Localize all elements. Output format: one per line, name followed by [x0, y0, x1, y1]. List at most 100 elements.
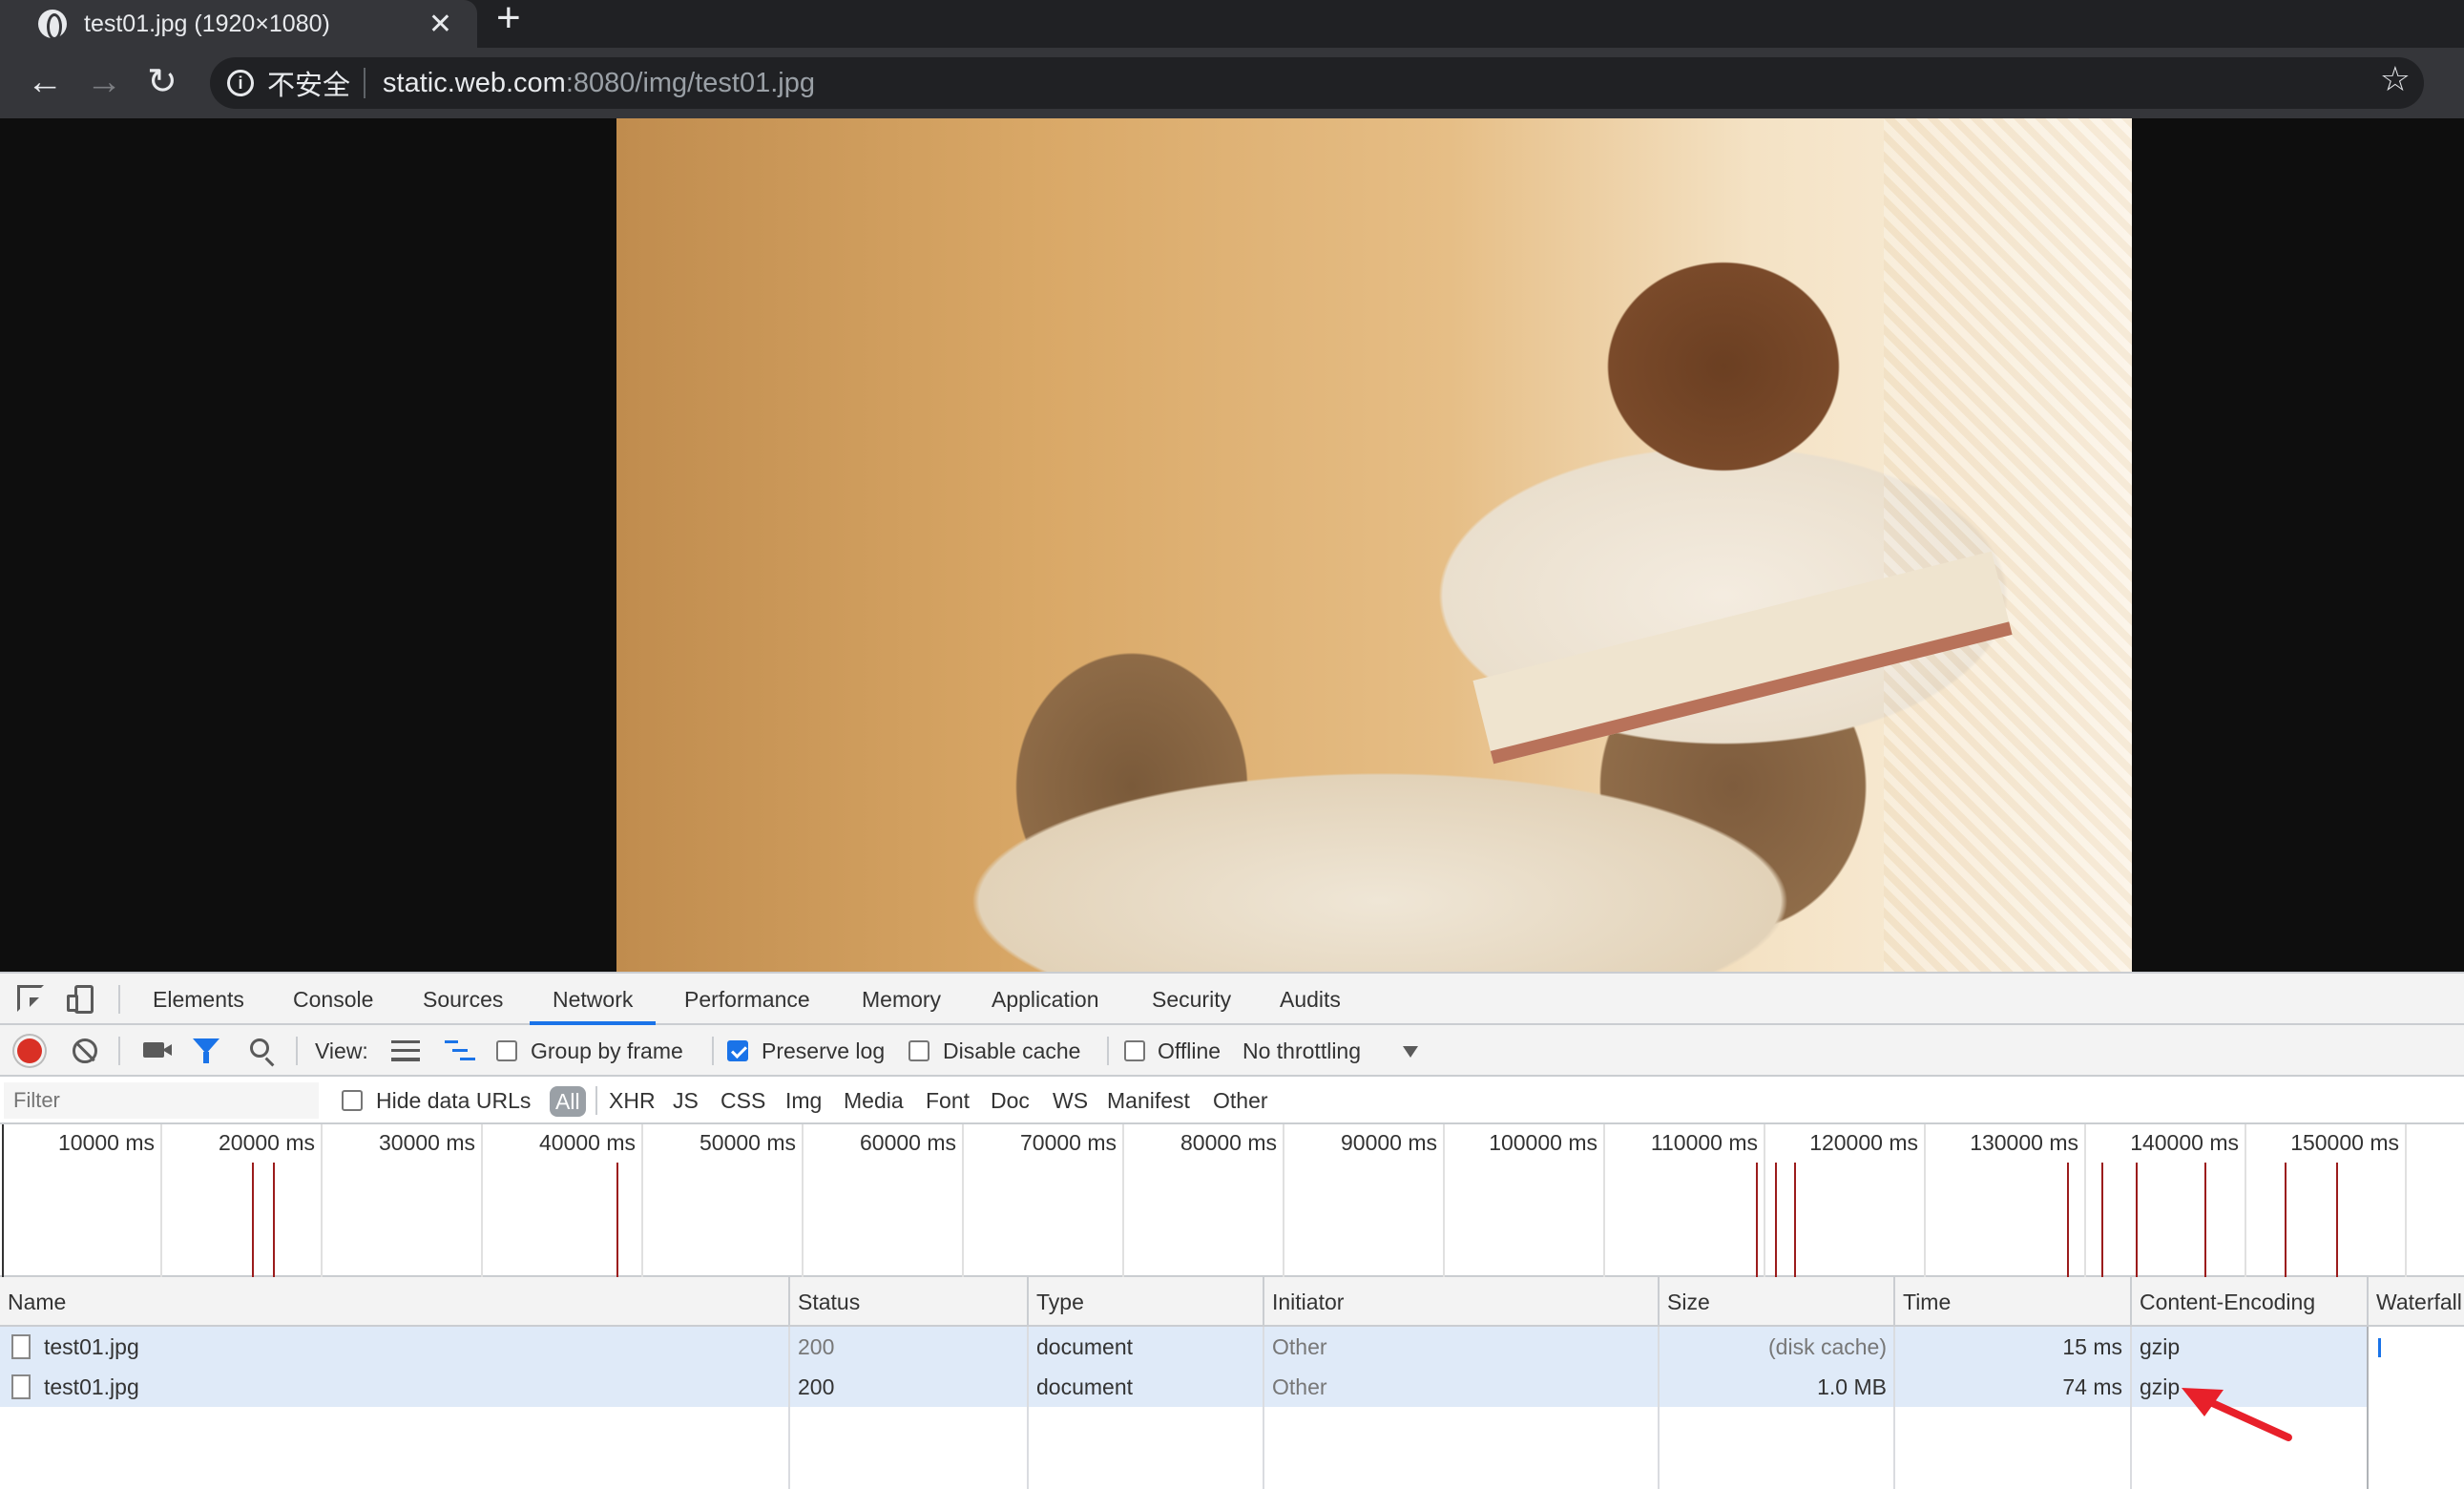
tab-audits[interactable]: Audits — [1280, 974, 1341, 1025]
forward-button[interactable]: → — [86, 61, 122, 103]
network-overview[interactable]: 10000 ms 20000 ms 30000 ms 40000 ms 50000 ms… — [0, 1124, 2464, 1277]
divider — [595, 1086, 597, 1115]
disable-cache-label: Disable cache — [943, 1038, 1081, 1063]
request-table-header: Name Status Type Initiator Size Time Con… — [0, 1277, 2464, 1327]
hide-data-urls-label: Hide data URLs — [376, 1088, 532, 1113]
filter-type-ws[interactable]: WS — [1053, 1077, 1088, 1124]
group-by-frame-label: Group by frame — [531, 1038, 683, 1063]
overview-tick-label: 60000 ms — [859, 1130, 956, 1155]
cell-status: 200 — [798, 1334, 835, 1359]
overview-tick-label: 140000 ms — [2130, 1130, 2239, 1155]
device-toolbar-icon[interactable] — [67, 985, 95, 1014]
filter-type-xhr[interactable]: XHR — [609, 1077, 656, 1124]
record-button[interactable] — [17, 1038, 42, 1063]
overview-tick-label: 110000 ms — [1650, 1130, 1758, 1155]
show-overview-icon[interactable] — [445, 1040, 475, 1061]
request-table-body: test01.jpg 200 document Other (disk cach… — [0, 1327, 2464, 1489]
group-by-frame-checkbox[interactable] — [496, 1040, 517, 1061]
omnibox-divider — [364, 68, 366, 98]
table-row[interactable]: test01.jpg 200 document Other 1.0 MB 74 … — [0, 1367, 2367, 1407]
overview-tick-label: 150000 ms — [2290, 1130, 2399, 1155]
filter-type-doc[interactable]: Doc — [991, 1077, 1030, 1124]
tab-title: test01.jpg (1920×1080) — [84, 10, 330, 37]
table-row[interactable]: test01.jpg 200 document Other (disk cach… — [0, 1327, 2367, 1367]
filter-icon[interactable] — [193, 1038, 219, 1063]
cell-type: document — [1036, 1334, 1134, 1359]
tab-application[interactable]: Application — [992, 974, 1099, 1025]
column-name[interactable]: Name — [0, 1277, 790, 1327]
overview-tick-label: 120000 ms — [1809, 1130, 1918, 1155]
cell-name[interactable]: test01.jpg — [44, 1367, 139, 1407]
security-label[interactable]: 不安全 — [267, 63, 350, 103]
filter-type-media[interactable]: Media — [844, 1077, 904, 1124]
column-initiator[interactable]: Initiator — [1264, 1277, 1660, 1327]
offline-checkbox[interactable] — [1124, 1040, 1145, 1061]
request-marker-line — [1794, 1163, 1796, 1277]
tab-memory[interactable]: Memory — [862, 974, 941, 1025]
preserve-log-checkbox[interactable] — [727, 1040, 748, 1061]
cell-time: 74 ms — [2062, 1374, 2122, 1399]
throttling-select[interactable]: No throttling — [1242, 1025, 1361, 1077]
cell-size: (disk cache) — [1768, 1334, 1887, 1359]
cell-content-encoding: gzip — [2140, 1374, 2181, 1399]
column-time[interactable]: Time — [1895, 1277, 2132, 1327]
filter-type-all[interactable]: All — [550, 1086, 586, 1117]
column-divider — [1893, 1327, 1895, 1489]
column-content-encoding[interactable]: Content-Encoding — [2132, 1277, 2369, 1327]
waterfall-bar — [2378, 1338, 2381, 1357]
capture-screenshots-icon[interactable] — [143, 1042, 172, 1058]
cell-name[interactable]: test01.jpg — [44, 1327, 139, 1367]
disable-cache-checkbox[interactable] — [908, 1040, 929, 1061]
filter-type-js[interactable]: JS — [673, 1077, 699, 1124]
filter-type-other[interactable]: Other — [1213, 1077, 1268, 1124]
request-marker-line — [2136, 1163, 2138, 1277]
filter-type-img[interactable]: Img — [785, 1077, 822, 1124]
back-button[interactable]: ← — [27, 61, 63, 103]
browser-tab[interactable]: test01.jpg (1920×1080) ✕ — [0, 0, 477, 48]
request-marker-line — [252, 1163, 254, 1277]
hide-data-urls-checkbox[interactable] — [342, 1090, 363, 1111]
bookmark-star-icon[interactable]: ☆ — [2380, 59, 2411, 99]
large-rows-icon[interactable] — [391, 1040, 420, 1061]
overview-tick-label: 20000 ms — [218, 1130, 315, 1155]
preserve-log-label: Preserve log — [762, 1038, 886, 1063]
offline-label: Offline — [1158, 1038, 1222, 1063]
new-tab-button[interactable]: + — [496, 0, 521, 48]
divider — [118, 1037, 120, 1065]
divider — [712, 1037, 714, 1065]
column-waterfall[interactable]: Waterfall — [2369, 1277, 2464, 1327]
overview-tick-label: 70000 ms — [1019, 1130, 1117, 1155]
clear-icon[interactable] — [73, 1038, 97, 1063]
image-curtain-area — [1884, 118, 2132, 972]
request-marker-line — [2336, 1163, 2338, 1277]
tab-security[interactable]: Security — [1152, 974, 1231, 1025]
tab-elements[interactable]: Elements — [153, 974, 244, 1025]
search-icon[interactable] — [250, 1038, 269, 1058]
request-marker-line — [273, 1163, 275, 1277]
reload-button[interactable]: ↻ — [147, 61, 177, 103]
chevron-down-icon[interactable] — [1403, 1046, 1418, 1058]
tab-network[interactable]: Network — [529, 974, 657, 1025]
filter-input[interactable] — [4, 1082, 319, 1119]
address-bar[interactable]: i 不安全 static.web.com:8080/img/test01.jpg… — [210, 57, 2424, 109]
filter-type-manifest[interactable]: Manifest — [1107, 1077, 1190, 1124]
tab-console[interactable]: Console — [293, 974, 373, 1025]
tab-sources[interactable]: Sources — [423, 974, 503, 1025]
globe-icon — [38, 10, 67, 40]
column-type[interactable]: Type — [1029, 1277, 1264, 1327]
filter-type-font[interactable]: Font — [926, 1077, 970, 1124]
cell-initiator: Other — [1272, 1334, 1327, 1359]
inspect-element-icon[interactable] — [17, 985, 44, 1012]
info-icon[interactable]: i — [227, 70, 254, 96]
column-status[interactable]: Status — [790, 1277, 1029, 1327]
overview-tick-label: 50000 ms — [699, 1130, 796, 1155]
displayed-image — [616, 118, 2132, 972]
close-tab-icon[interactable]: ✕ — [428, 8, 452, 41]
url-path: :8080/img/test01.jpg — [565, 67, 815, 98]
cell-initiator: Other — [1272, 1374, 1327, 1399]
tab-performance[interactable]: Performance — [684, 974, 810, 1025]
column-size[interactable]: Size — [1660, 1277, 1895, 1327]
overview-tick-label: 30000 ms — [378, 1130, 475, 1155]
divider — [118, 985, 120, 1014]
filter-type-css[interactable]: CSS — [720, 1077, 765, 1124]
